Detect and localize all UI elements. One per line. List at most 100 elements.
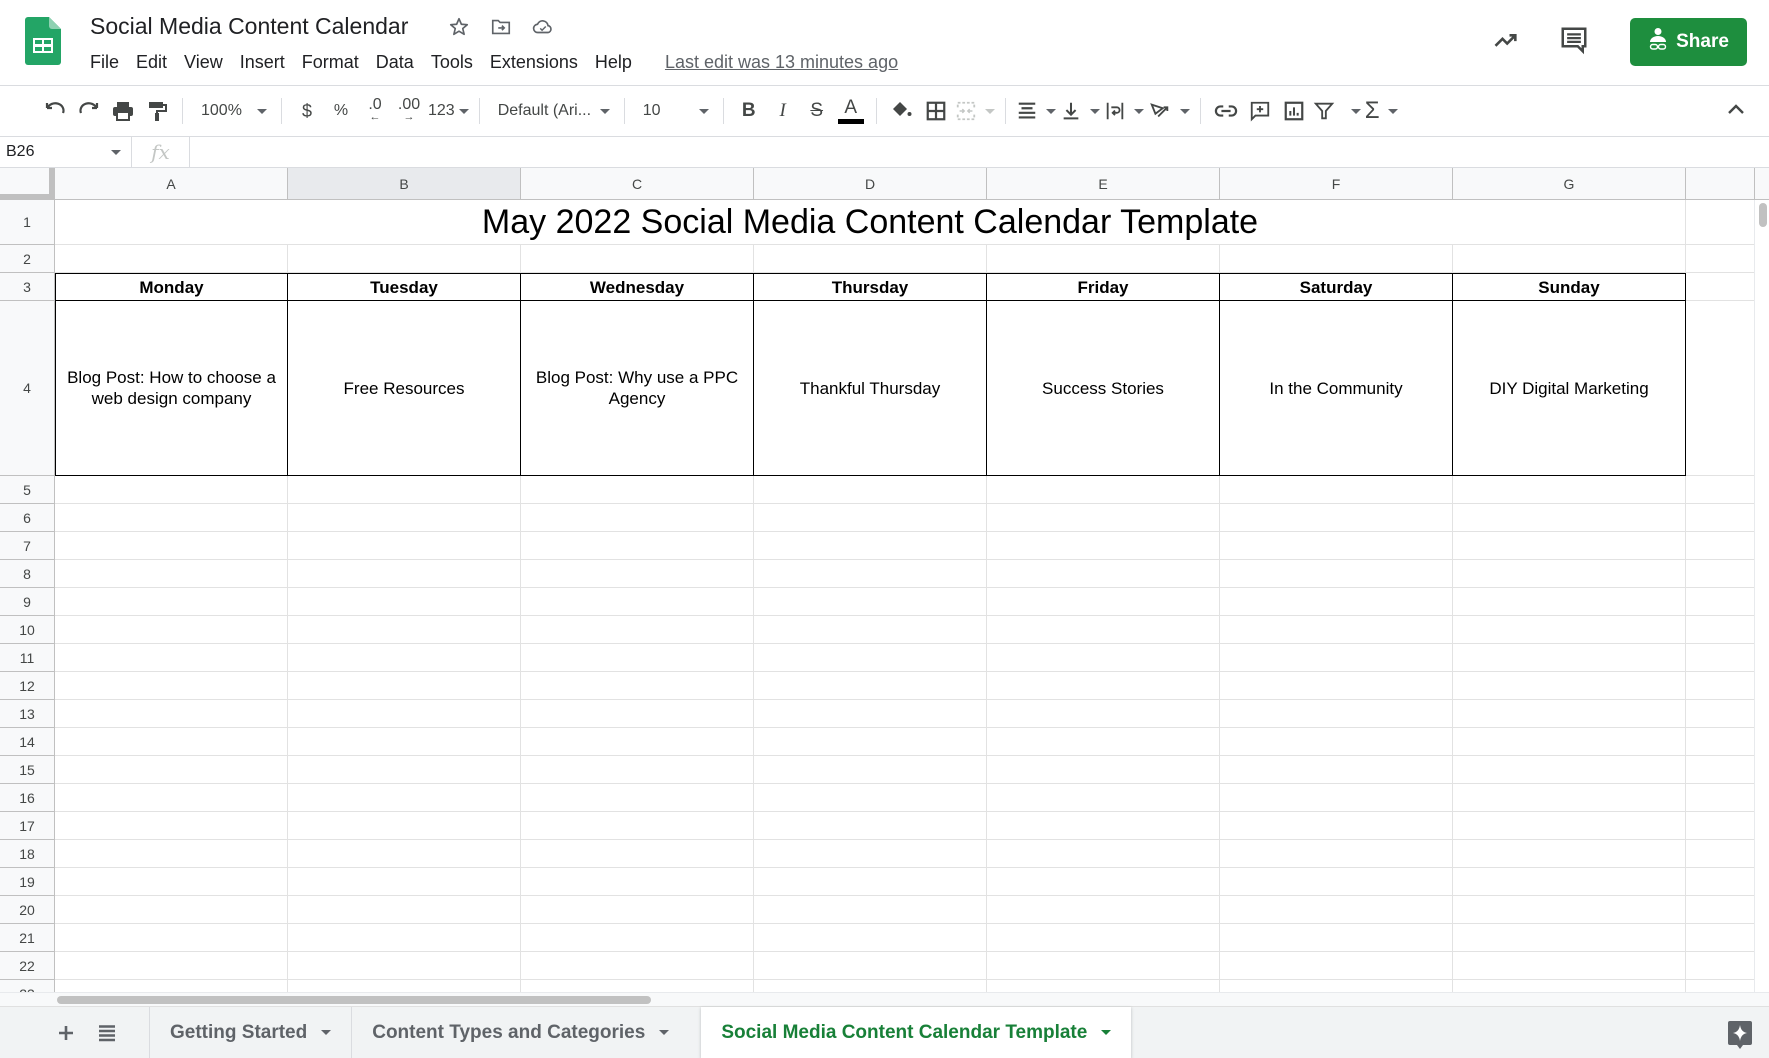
cell[interactable] <box>521 840 754 868</box>
cell[interactable] <box>987 952 1220 980</box>
row-header-2[interactable]: 2 <box>0 245 55 273</box>
cell[interactable] <box>288 616 521 644</box>
cell[interactable] <box>521 672 754 700</box>
cell[interactable] <box>288 868 521 896</box>
column-header-g[interactable]: G <box>1453 168 1686 200</box>
cell[interactable] <box>1220 560 1453 588</box>
cell[interactable] <box>754 924 987 952</box>
cell[interactable] <box>288 952 521 980</box>
row-header-17[interactable]: 17 <box>0 812 55 840</box>
cell[interactable] <box>1686 644 1754 672</box>
menu-tools[interactable]: Tools <box>425 50 479 75</box>
cell[interactable] <box>1686 812 1754 840</box>
cell[interactable] <box>1220 756 1453 784</box>
cell[interactable] <box>1220 840 1453 868</box>
cell[interactable] <box>55 504 288 532</box>
row-header-5[interactable]: 5 <box>0 476 55 504</box>
column-header-e[interactable]: E <box>987 168 1220 200</box>
add-sheet-button[interactable] <box>57 1024 75 1042</box>
cell[interactable] <box>55 532 288 560</box>
cell[interactable] <box>55 756 288 784</box>
sheet-tab-getting-started[interactable]: Getting Started <box>149 1007 351 1058</box>
content-topic-cell[interactable]: Blog Post: How to choose a web design co… <box>55 301 288 476</box>
column-header-a[interactable]: A <box>55 168 288 200</box>
move-folder-icon[interactable] <box>489 15 513 39</box>
cell[interactable] <box>754 560 987 588</box>
cell[interactable] <box>288 476 521 504</box>
cell[interactable] <box>55 245 288 273</box>
cell[interactable] <box>1686 868 1754 896</box>
cell[interactable] <box>1686 301 1754 476</box>
cell[interactable] <box>1453 504 1686 532</box>
cell[interactable] <box>55 672 288 700</box>
cell[interactable] <box>1453 616 1686 644</box>
day-header-cell[interactable]: Wednesday <box>521 273 754 301</box>
column-header-c[interactable]: C <box>521 168 754 200</box>
cell[interactable] <box>754 896 987 924</box>
cell[interactable] <box>987 980 1220 992</box>
row-header-18[interactable]: 18 <box>0 840 55 868</box>
cell[interactable] <box>1220 700 1453 728</box>
cell[interactable] <box>55 588 288 616</box>
name-box[interactable]: B26 <box>0 136 132 168</box>
cell[interactable] <box>1686 476 1754 504</box>
day-header-cell[interactable]: Tuesday <box>288 273 521 301</box>
text-wrapping-button[interactable] <box>1104 95 1144 127</box>
comments-button[interactable] <box>1554 22 1594 62</box>
cell[interactable] <box>55 812 288 840</box>
row-header-23[interactable]: 23 <box>0 980 55 992</box>
cell[interactable] <box>1686 588 1754 616</box>
cell[interactable] <box>754 616 987 644</box>
vertical-align-button[interactable] <box>1060 95 1100 127</box>
cell[interactable] <box>987 616 1220 644</box>
menu-view[interactable]: View <box>178 50 229 75</box>
borders-button[interactable] <box>921 95 951 127</box>
chevron-down-icon[interactable] <box>1101 1030 1112 1035</box>
star-icon[interactable] <box>447 15 471 39</box>
chevron-down-icon[interactable] <box>321 1030 332 1035</box>
format-percent-button[interactable]: % <box>326 95 356 127</box>
row-header-6[interactable]: 6 <box>0 504 55 532</box>
cell[interactable] <box>1686 728 1754 756</box>
day-header-cell[interactable]: Sunday <box>1453 273 1686 301</box>
decrease-decimals-button[interactable]: .0 ← <box>360 95 390 127</box>
cell[interactable] <box>1453 532 1686 560</box>
cell[interactable] <box>1686 672 1754 700</box>
share-button[interactable]: Share <box>1630 18 1747 66</box>
cell[interactable] <box>1453 700 1686 728</box>
cell[interactable] <box>521 868 754 896</box>
content-topic-cell[interactable]: Thankful Thursday <box>754 301 987 476</box>
cell[interactable] <box>1220 728 1453 756</box>
sheet-tab-calendar-template[interactable]: Social Media Content Calendar Template <box>701 1007 1132 1058</box>
format-currency-button[interactable]: $ <box>292 95 322 127</box>
menu-data[interactable]: Data <box>370 50 420 75</box>
day-header-cell[interactable]: Saturday <box>1220 273 1453 301</box>
cell[interactable] <box>1453 245 1686 273</box>
cell[interactable] <box>1686 756 1754 784</box>
cell[interactable] <box>1453 812 1686 840</box>
column-header-h[interactable]: H <box>1686 168 1754 200</box>
calendar-title-cell[interactable]: May 2022 Social Media Content Calendar T… <box>55 200 1686 245</box>
cell[interactable] <box>288 588 521 616</box>
activity-dashboard-button[interactable] <box>1486 22 1526 62</box>
cell[interactable] <box>987 812 1220 840</box>
row-header-19[interactable]: 19 <box>0 868 55 896</box>
cell[interactable] <box>1220 504 1453 532</box>
row-header-12[interactable]: 12 <box>0 672 55 700</box>
cell[interactable] <box>521 756 754 784</box>
cell[interactable] <box>521 644 754 672</box>
fill-color-button[interactable] <box>887 95 917 127</box>
cell[interactable] <box>521 924 754 952</box>
cell[interactable] <box>1220 784 1453 812</box>
vertical-scrollbar[interactable] <box>1754 200 1769 992</box>
cell[interactable] <box>55 784 288 812</box>
cell[interactable] <box>987 532 1220 560</box>
formula-input[interactable] <box>190 136 1769 168</box>
cell[interactable] <box>1453 756 1686 784</box>
undo-button[interactable] <box>40 95 70 127</box>
menu-format[interactable]: Format <box>296 50 365 75</box>
cell[interactable] <box>1686 784 1754 812</box>
cell[interactable] <box>1220 896 1453 924</box>
cell[interactable] <box>1686 504 1754 532</box>
cell[interactable] <box>1220 672 1453 700</box>
